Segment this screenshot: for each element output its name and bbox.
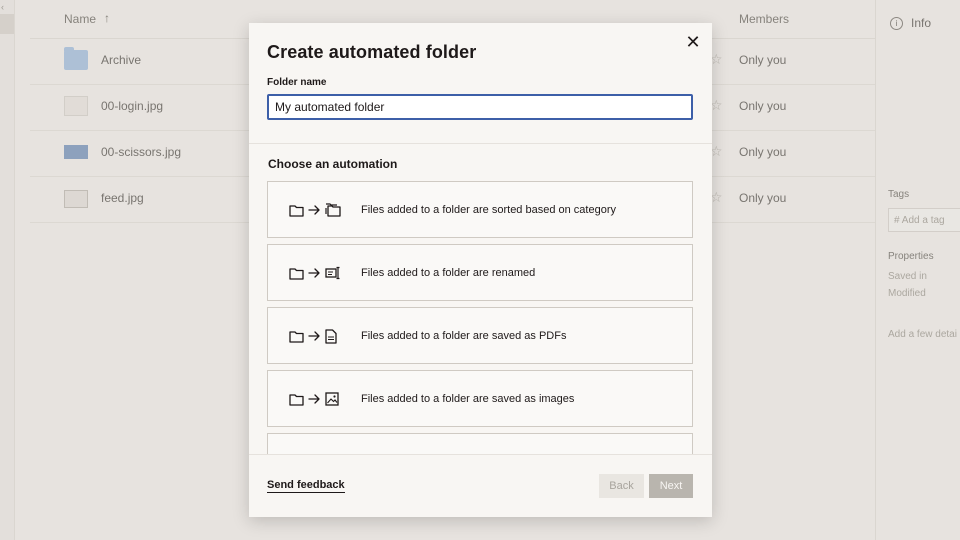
send-feedback-link[interactable]: Send feedback (267, 479, 345, 493)
option-icons (289, 202, 341, 218)
folder-icon (289, 204, 304, 217)
next-button[interactable]: Next (649, 474, 693, 498)
folder-icon (289, 267, 304, 280)
folder-name-input[interactable] (267, 94, 693, 120)
arrow-right-icon (308, 205, 320, 215)
option-icons (289, 391, 339, 407)
automation-option-rename[interactable]: Files added to a folder are renamed (267, 244, 693, 301)
arrow-right-icon (308, 394, 320, 404)
option-icons (289, 265, 341, 281)
image-icon (325, 392, 339, 406)
folder-icon (289, 393, 304, 406)
folder-icon (289, 330, 304, 343)
rename-icon (325, 266, 340, 280)
automation-options-list[interactable]: Files added to a folder are sorted based… (267, 181, 693, 454)
automation-option-more[interactable] (267, 433, 693, 454)
automation-option-sort-by-category[interactable]: Files added to a folder are sorted based… (267, 181, 693, 238)
close-icon[interactable]: ✕ (683, 33, 703, 53)
dialog-title: Create automated folder (267, 42, 477, 62)
divider (249, 454, 712, 455)
option-label: Files added to a folder are saved as PDF… (361, 330, 567, 342)
automation-option-save-as-images[interactable]: Files added to a folder are saved as ima… (267, 370, 693, 427)
divider (249, 143, 712, 144)
automation-option-save-as-pdf[interactable]: Files added to a folder are saved as PDF… (267, 307, 693, 364)
arrow-right-icon (308, 268, 320, 278)
folder-name-label: Folder name (267, 77, 327, 88)
option-icons (289, 328, 337, 344)
option-label: Files added to a folder are renamed (361, 267, 536, 279)
option-label: Files added to a folder are sorted based… (361, 204, 616, 216)
choose-automation-heading: Choose an automation (268, 157, 398, 171)
back-button[interactable]: Back (599, 474, 644, 498)
create-automated-folder-dialog: Create automated folder ✕ Folder name Ch… (249, 23, 712, 517)
pdf-file-icon (325, 328, 337, 344)
arrow-right-icon (308, 331, 320, 341)
folders-icon (325, 203, 341, 217)
option-label: Files added to a folder are saved as ima… (361, 393, 575, 405)
